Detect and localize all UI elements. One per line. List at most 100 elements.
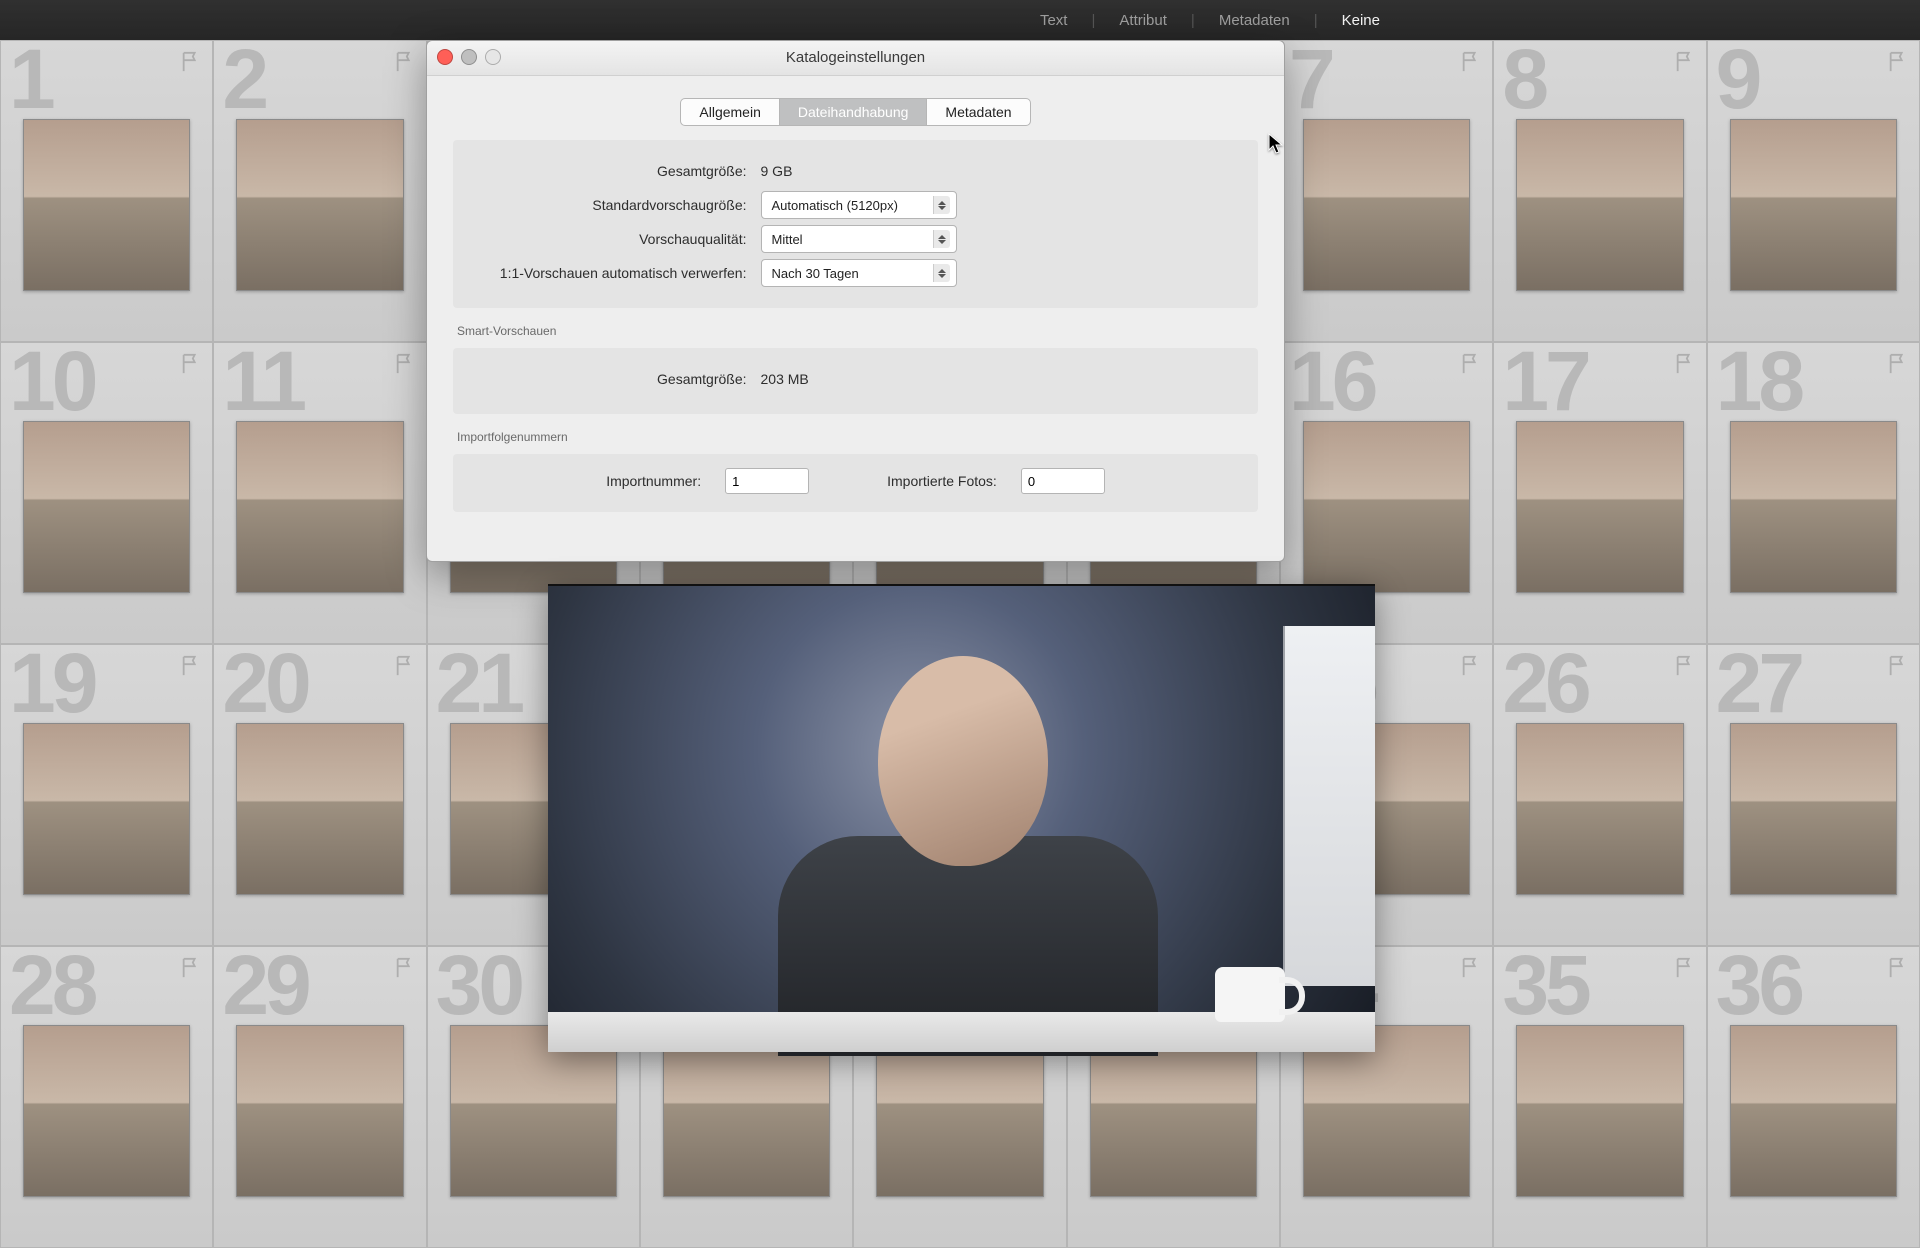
import-number-input[interactable] — [725, 468, 809, 494]
mug — [1215, 967, 1285, 1022]
flag-icon[interactable] — [1460, 353, 1482, 375]
thumbnail-cell[interactable]: 29 — [213, 946, 426, 1248]
imported-photos-input[interactable] — [1021, 468, 1105, 494]
discard-1to1-select[interactable]: Nach 30 Tagen — [761, 259, 957, 287]
thumbnail-image[interactable] — [1303, 421, 1470, 593]
cell-index: 9 — [1716, 31, 1759, 128]
flag-icon[interactable] — [394, 655, 416, 677]
app-topbar: Text|Attribut|Metadaten|Keine — [0, 0, 1920, 41]
cell-index: 8 — [1502, 31, 1545, 128]
thumbnail-cell[interactable]: 36 — [1707, 946, 1920, 1248]
thumbnail-cell[interactable]: 17 — [1493, 342, 1706, 644]
filter-metadaten[interactable]: Metadaten — [1219, 12, 1290, 29]
dialog-tabs: AllgemeinDateihandhabungMetadaten — [453, 98, 1258, 126]
flag-icon[interactable] — [180, 51, 202, 73]
thumbnail-cell[interactable]: 7 — [1280, 40, 1493, 342]
thumbnail-cell[interactable]: 19 — [0, 644, 213, 946]
flag-icon[interactable] — [1887, 353, 1909, 375]
tab-dateihandhabung[interactable]: Dateihandhabung — [779, 98, 927, 126]
filter-keine[interactable]: Keine — [1342, 12, 1380, 29]
thumbnail-cell[interactable]: 10 — [0, 342, 213, 644]
presenter-head — [878, 656, 1048, 866]
thumbnail-image[interactable] — [1303, 119, 1470, 291]
cell-index: 16 — [1289, 333, 1374, 430]
import-numbers-section-label: Importfolgenummern — [457, 430, 1258, 444]
flag-icon[interactable] — [1887, 51, 1909, 73]
tab-allgemein[interactable]: Allgemein — [680, 98, 778, 126]
thumbnail-cell[interactable]: 1 — [0, 40, 213, 342]
thumbnail-cell[interactable]: 11 — [213, 342, 426, 644]
thumbnail-image[interactable] — [236, 723, 403, 895]
flag-icon[interactable] — [394, 353, 416, 375]
cell-index: 26 — [1502, 635, 1587, 732]
cell-index: 11 — [222, 333, 303, 430]
thumbnail-image[interactable] — [236, 421, 403, 593]
discard-1to1-label: 1:1-Vorschauen automatisch verwerfen: — [473, 265, 747, 281]
thumbnail-image[interactable] — [1730, 723, 1897, 895]
thumbnail-image[interactable] — [236, 119, 403, 291]
preview-quality-value: Mittel — [772, 232, 803, 247]
tab-metadaten[interactable]: Metadaten — [926, 98, 1030, 126]
cell-index: 18 — [1716, 333, 1801, 430]
flag-icon[interactable] — [180, 655, 202, 677]
thumbnail-cell[interactable]: 9 — [1707, 40, 1920, 342]
flag-icon[interactable] — [1460, 655, 1482, 677]
flag-icon[interactable] — [394, 957, 416, 979]
thumbnail-image[interactable] — [236, 1025, 403, 1197]
dialog-titlebar[interactable]: Katalogeinstellungen — [427, 41, 1284, 76]
thumbnail-cell[interactable]: 35 — [1493, 946, 1706, 1248]
thumbnail-image[interactable] — [1730, 1025, 1897, 1197]
flag-icon[interactable] — [1674, 51, 1696, 73]
maximize-icon[interactable] — [485, 49, 501, 65]
thumbnail-image[interactable] — [1730, 421, 1897, 593]
thumbnail-cell[interactable]: 28 — [0, 946, 213, 1248]
thumbnail-image[interactable] — [23, 723, 190, 895]
cell-index: 10 — [9, 333, 94, 430]
minimize-icon[interactable] — [461, 49, 477, 65]
cell-index: 29 — [222, 937, 307, 1034]
preview-quality-select[interactable]: Mittel — [761, 225, 957, 253]
close-icon[interactable] — [437, 49, 453, 65]
filter-attribut[interactable]: Attribut — [1119, 12, 1167, 29]
thumbnail-image[interactable] — [1516, 723, 1683, 895]
std-preview-size-select[interactable]: Automatisch (5120px) — [761, 191, 957, 219]
thumbnail-image[interactable] — [23, 119, 190, 291]
cell-index: 20 — [222, 635, 307, 732]
flag-icon[interactable] — [394, 51, 416, 73]
thumbnail-image[interactable] — [23, 1025, 190, 1197]
dialog-title: Katalogeinstellungen — [786, 49, 925, 66]
thumbnail-cell[interactable]: 2 — [213, 40, 426, 342]
flag-icon[interactable] — [180, 957, 202, 979]
flag-icon[interactable] — [1460, 957, 1482, 979]
filter-text[interactable]: Text — [1040, 12, 1068, 29]
thumbnail-cell[interactable]: 20 — [213, 644, 426, 946]
presenter-webcam-overlay — [548, 584, 1375, 1052]
flag-icon[interactable] — [180, 353, 202, 375]
thumbnail-image[interactable] — [1516, 119, 1683, 291]
flag-icon[interactable] — [1674, 655, 1696, 677]
window-traffic-lights — [437, 49, 501, 65]
smart-total-size-value: 203 MB — [761, 371, 951, 387]
flag-icon[interactable] — [1674, 957, 1696, 979]
flag-icon[interactable] — [1674, 353, 1696, 375]
cell-index: 30 — [436, 937, 521, 1034]
flag-icon[interactable] — [1887, 957, 1909, 979]
cell-index: 28 — [9, 937, 94, 1034]
flag-icon[interactable] — [1460, 51, 1482, 73]
thumbnail-image[interactable] — [1730, 119, 1897, 291]
thumbnail-cell[interactable]: 26 — [1493, 644, 1706, 946]
thumbnail-image[interactable] — [1516, 421, 1683, 593]
monitor-edge — [1283, 626, 1375, 986]
thumbnail-cell[interactable]: 27 — [1707, 644, 1920, 946]
cell-index: 35 — [1502, 937, 1587, 1034]
cell-index: 36 — [1716, 937, 1801, 1034]
thumbnail-cell[interactable]: 8 — [1493, 40, 1706, 342]
preview-quality-label: Vorschauqualität: — [473, 231, 747, 247]
cell-index: 1 — [9, 31, 52, 128]
thumbnail-image[interactable] — [23, 421, 190, 593]
flag-icon[interactable] — [1887, 655, 1909, 677]
thumbnail-image[interactable] — [1516, 1025, 1683, 1197]
cell-index: 27 — [1716, 635, 1801, 732]
cell-index: 21 — [436, 635, 521, 732]
thumbnail-cell[interactable]: 18 — [1707, 342, 1920, 644]
